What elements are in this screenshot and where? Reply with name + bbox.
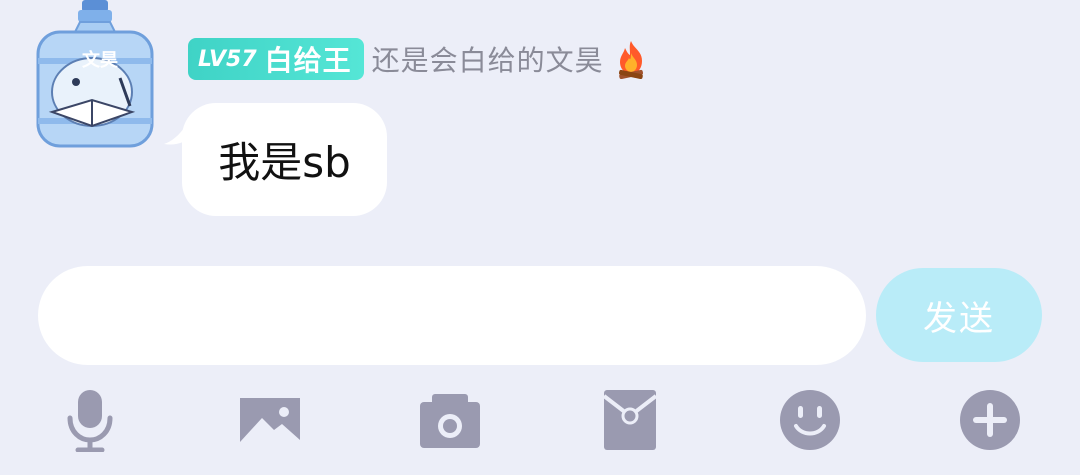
level-badge: LV57 白给王 [188,38,364,80]
badge-title: 白给王 [264,44,352,77]
message-input[interactable] [38,266,866,365]
sender-nickname[interactable]: 还是会白给的文昊 [372,39,604,79]
camera-icon[interactable] [418,388,482,452]
microphone-icon[interactable] [58,388,122,452]
plus-icon[interactable] [958,388,1022,452]
send-button[interactable]: 发送 [876,268,1042,362]
emoji-icon[interactable] [778,388,842,452]
avatar[interactable]: 文昊 [30,0,160,150]
red-envelope-icon[interactable] [598,388,662,452]
level-text: LV57 [198,46,257,72]
message-text: 我是sb [218,138,351,187]
fire-icon [618,41,643,79]
water-bottle-avatar-icon: 文昊 [36,0,154,148]
message-bubble[interactable]: 我是sb [182,103,387,216]
image-icon[interactable] [238,388,302,452]
avatar-label: 文昊 [82,49,118,71]
sender-meta: LV57 白给王 还是会白给的文昊 [188,38,650,80]
